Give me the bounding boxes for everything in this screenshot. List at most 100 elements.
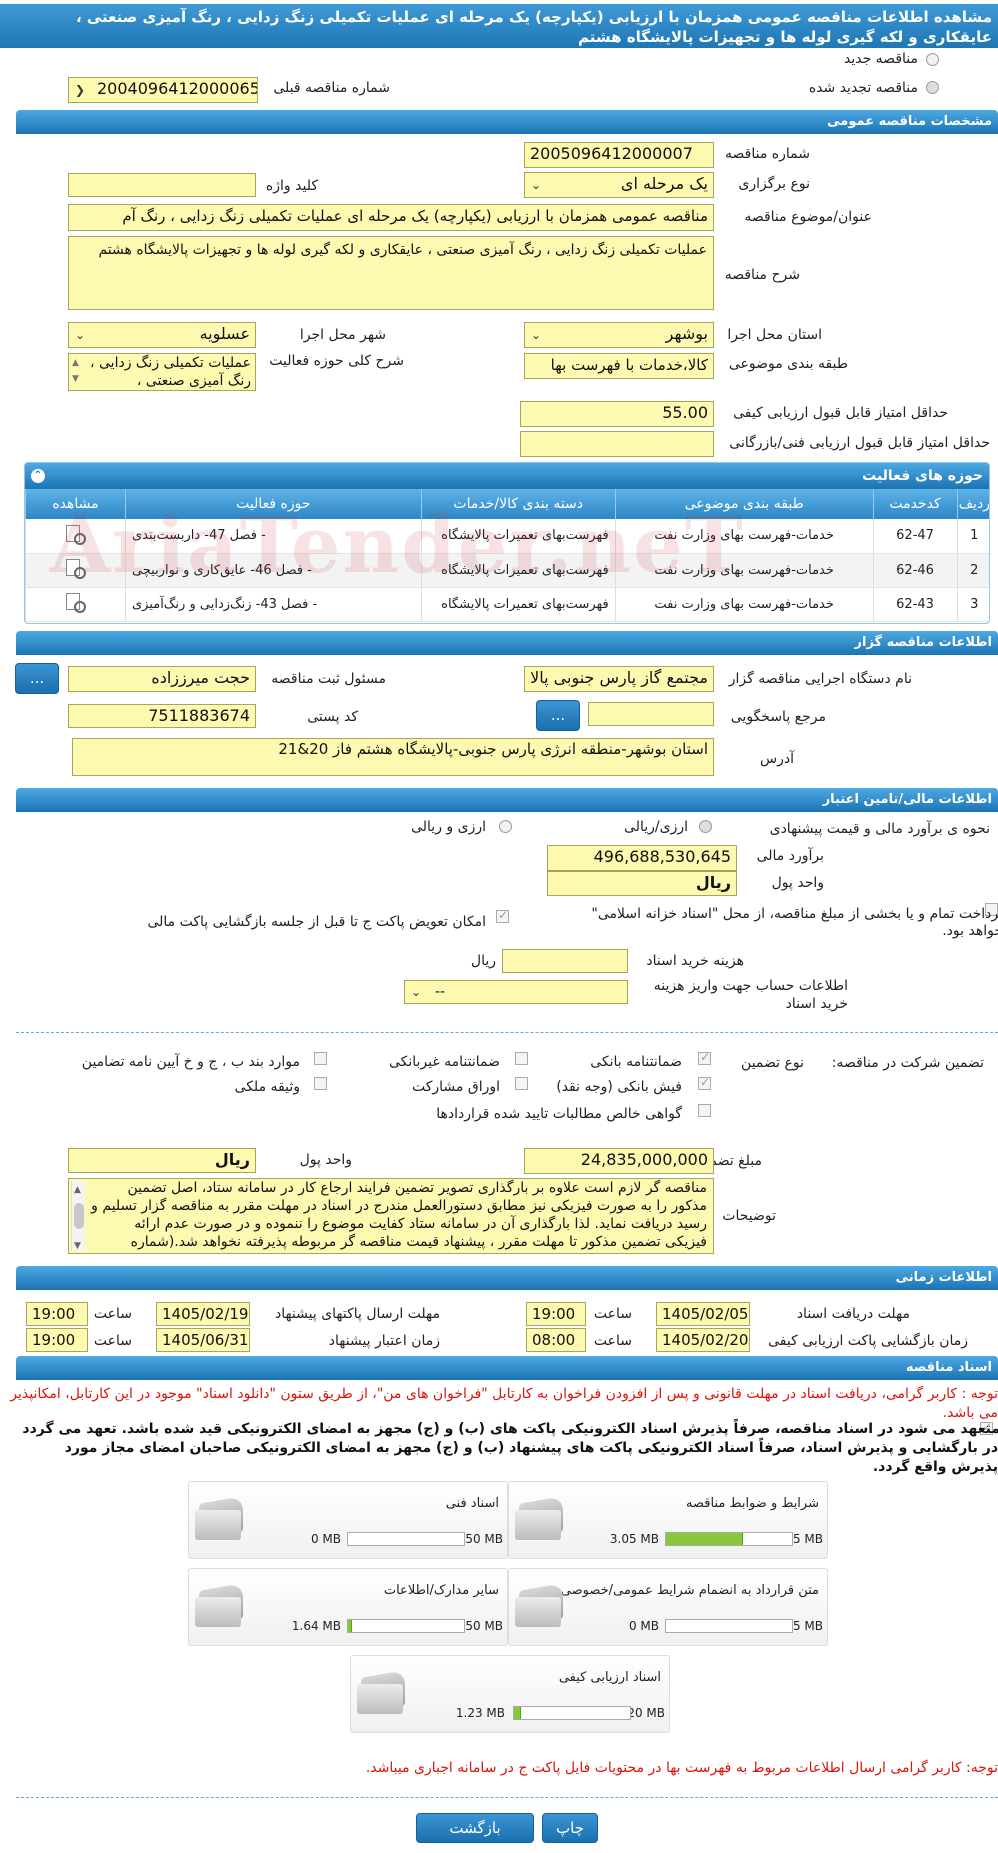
certificate-label: گواهی خالص مطالبات تایید شده قراردادها <box>436 1106 682 1122</box>
doc-tile-current: 1.64 MB <box>291 1619 341 1633</box>
cell-category: خدمات-فهرست بهای وزارت نفت <box>614 587 874 622</box>
cell-row: 3 <box>956 587 989 622</box>
view-document-icon[interactable] <box>64 523 87 545</box>
doc-tile-fill <box>666 1533 743 1545</box>
activity-desc-field: ▲ ▼ عملیات تکمیلی زنگ زدایی ، رنگ آمیزی ص… <box>68 353 256 391</box>
doc-tile[interactable]: اسناد ارزیابی کیفی 20 MB 1.23 MB <box>350 1655 670 1733</box>
doc-deadline-date: 1405/02/05 <box>656 1302 750 1326</box>
cell-category: خدمات-فهرست بهای وزارت نفت <box>614 553 874 588</box>
province-select[interactable]: ⌄ بوشهر <box>524 322 714 348</box>
renewed-tender-radio[interactable] <box>926 81 939 94</box>
bonds-checkbox[interactable] <box>515 1077 528 1090</box>
scroll-down-icon[interactable]: ▼ <box>74 1237 81 1253</box>
holding-type-select[interactable]: ⌄ یک مرحله ای <box>524 172 714 198</box>
doc-tile-current: 0 MB <box>310 1532 341 1546</box>
bank-guarantee-checkbox[interactable] <box>698 1050 711 1065</box>
guarantee-currency-label: واحد پول <box>299 1152 352 1168</box>
folder-icon[interactable] <box>515 1579 569 1631</box>
view-document-icon[interactable] <box>64 591 87 613</box>
keyword-label: کلید واژه <box>265 178 318 194</box>
cell-view[interactable] <box>25 519 126 554</box>
province-label: استان محل اجرا <box>727 327 822 343</box>
participation-guarantee-label: تضمین شرکت در مناقصه: <box>831 1055 984 1071</box>
subject-field: مناقصه عمومی همزمان با ارزیابی (یکپارچه)… <box>68 204 714 231</box>
prev-number-label: شماره مناقصه قبلی <box>273 80 390 96</box>
guarantee-type-label: نوع تضمین <box>741 1055 804 1071</box>
account-select[interactable]: ⌄ -- <box>404 980 628 1004</box>
doc-tile-max: 50 MB <box>465 1619 503 1633</box>
notes-field: ▲ ▼ مناقصه گر لازم است علاوه بر بارگذاری… <box>68 1178 714 1254</box>
doc-tile-max: 5 MB <box>792 1619 823 1633</box>
validity-date: 1405/06/31 <box>156 1328 250 1352</box>
guarantee-currency-field: ریال <box>68 1148 256 1173</box>
estimate-label: برآورد مالی <box>756 848 824 864</box>
min-tech-field <box>520 431 714 457</box>
keyword-input[interactable] <box>68 173 256 197</box>
divider <box>16 1797 998 1798</box>
folder-icon[interactable] <box>515 1492 569 1544</box>
description-field: عملیات تکمیلی زنگ زدایی ، رنگ آمیزی صنعت… <box>68 236 714 310</box>
doc-tile-max: 50 MB <box>465 1532 503 1546</box>
certificate-checkbox[interactable] <box>698 1104 711 1117</box>
scroll-thumb[interactable] <box>74 1203 84 1229</box>
view-document-icon[interactable] <box>64 557 87 579</box>
org-name-label: نام دستگاه اجرایی مناقصه گزار <box>728 671 912 687</box>
city-select[interactable]: ⌄ عسلویه <box>68 322 256 348</box>
activities-grid-header: حوزه های فعالیت ⌃ <box>25 463 989 489</box>
currency-and-rial-radio[interactable] <box>499 820 512 833</box>
postal-field: 7511883674 <box>68 704 256 728</box>
reference-more-button[interactable]: ... <box>536 700 580 731</box>
commit-text: متعهد می شود در اسناد مناقصه، صرفاً پذیر… <box>22 1421 998 1475</box>
clauses-guarantee-label: موارد بند ب ، ج و خ آیین نامه تضامین <box>81 1054 300 1070</box>
doc-tile[interactable]: سایر مدارک/اطلاعات 50 MB 1.64 MB <box>188 1568 508 1646</box>
estimate-method-label: نحوه ی برآورد مالی و قیمت پیشنهادی <box>769 821 990 837</box>
folder-icon[interactable] <box>195 1579 249 1631</box>
cell-view[interactable] <box>25 587 126 622</box>
opening-time: 08:00 <box>526 1328 586 1352</box>
clauses-guarantee-checkbox[interactable] <box>314 1052 327 1065</box>
col-category: طبقه بندی موضوعی <box>614 489 874 519</box>
doc-fee-label: هزینه خرید اسناد <box>646 953 744 969</box>
cell-field: - فصل 46- عایق‌کاری و نواربیچی <box>124 553 422 588</box>
folder-icon[interactable] <box>357 1666 411 1718</box>
print-button[interactable]: چاپ <box>542 1813 598 1843</box>
back-button[interactable]: بازگشت <box>416 1813 534 1843</box>
opening-time-label: ساعت <box>593 1333 632 1349</box>
currency-and-rial-label: ارزی و ریالی <box>411 819 486 835</box>
cell-group: فهرست‌بهای تعمیرات پالایشگاه <box>420 553 616 588</box>
doc-tile-max: 20 MB <box>627 1706 665 1720</box>
city-label: شهر محل اجرا <box>299 327 386 343</box>
opening-date: 1405/02/20 <box>656 1328 750 1352</box>
organizer-section-header: اطلاعات مناقصه گزار <box>16 631 998 655</box>
scroll-up-icon[interactable]: ▲ <box>74 1181 81 1199</box>
col-field: حوزه فعالیت <box>124 489 422 519</box>
col-row: ردیف <box>956 489 989 519</box>
swap-checkbox[interactable] <box>496 908 509 923</box>
doc-tile[interactable]: شرایط و ضوابط مناقصه 5 MB 3.05 MB <box>508 1481 828 1559</box>
collapse-toggle-icon[interactable]: ⌃ <box>31 469 45 483</box>
doc-tile[interactable]: اسناد فنی 50 MB 0 MB <box>188 1481 508 1559</box>
registrar-more-button[interactable]: ... <box>15 663 59 694</box>
new-tender-radio[interactable] <box>926 53 939 66</box>
col-code: کدخدمت <box>872 489 958 519</box>
reference-label: مرجع پاسخگویی <box>730 709 826 725</box>
cash-receipt-checkbox[interactable] <box>698 1075 711 1090</box>
scrollbar[interactable]: ▲ ▼ <box>71 1181 85 1251</box>
folder-icon[interactable] <box>195 1492 249 1544</box>
min-quality-field: 55.00 <box>520 401 714 427</box>
currency-rial-radio[interactable] <box>699 820 712 833</box>
doc-tile-current: 1.23 MB <box>455 1706 505 1720</box>
property-checkbox[interactable] <box>314 1077 327 1090</box>
category-field: کالا،خدمات با فهرست بها <box>524 353 714 379</box>
cell-view[interactable] <box>25 553 126 588</box>
doc-tile[interactable]: متن قرارداد به انضمام شرایط عمومی/خصوصی … <box>508 1568 828 1646</box>
postal-label: کد پستی <box>307 709 358 725</box>
send-deadline-time: 19:00 <box>26 1302 88 1326</box>
nonbank-guarantee-checkbox[interactable] <box>515 1052 528 1065</box>
prev-number-select[interactable]: ❯ 2004096412000065 <box>68 77 258 103</box>
cell-group: فهرست‌بهای تعمیرات پالایشگاه <box>420 519 616 554</box>
cell-field: - فصل 47- داربست‌بندی <box>124 519 422 554</box>
doc-tile-current: 0 MB <box>628 1619 659 1633</box>
tender-number-label: شماره مناقصه <box>725 146 810 162</box>
scroll-arrows-icon[interactable]: ▲ ▼ <box>72 355 79 387</box>
